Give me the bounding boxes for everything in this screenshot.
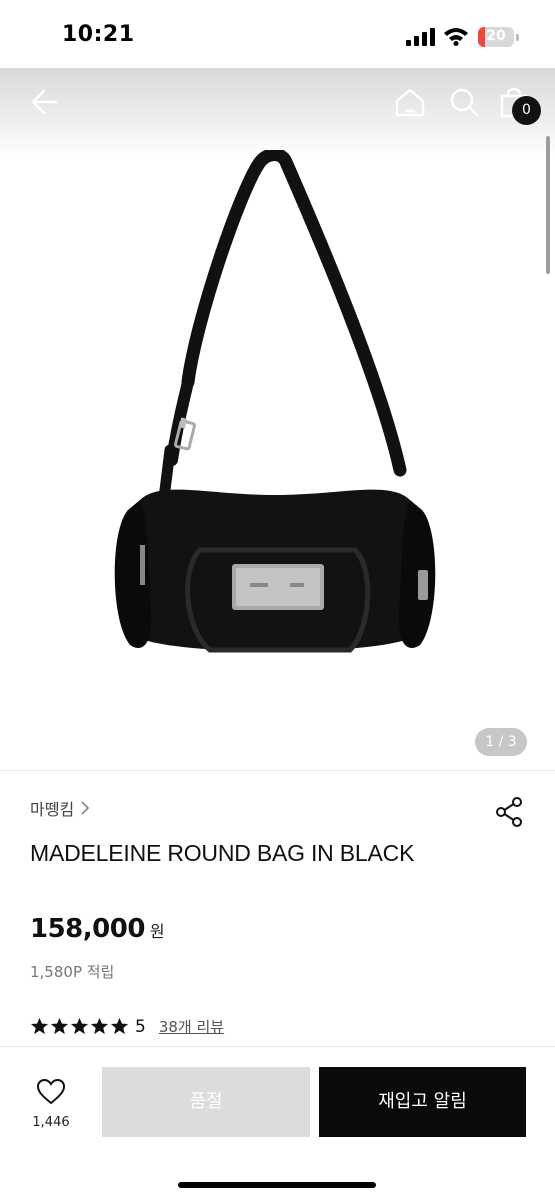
star-rating [30,1017,129,1036]
star-icon [70,1017,89,1035]
search-icon[interactable] [446,84,482,120]
reward-points: 1,580P 적립 [30,963,115,981]
price-row: 158,000 원 [30,914,165,944]
product-title: MADELEINE ROUND BAG IN BLACK [30,840,415,866]
rating-value: 5 [135,1016,146,1037]
heart-icon [37,1079,65,1105]
cart-count-badge[interactable]: 0 [512,96,541,125]
cellular-signal-icon [406,28,435,46]
chevron-right-icon [81,801,90,815]
wifi-icon [444,28,468,46]
battery-body: 20 [478,27,514,47]
bottom-action-bar: 1,446 품절 재입고 알림 [0,1046,555,1200]
home-icon[interactable] [392,84,428,120]
star-icon [30,1017,49,1035]
home-indicator [178,1182,376,1188]
share-icon[interactable] [494,796,524,828]
brand-name: 마뗑킴 [30,800,75,819]
brand-link[interactable]: 마뗑킴 [30,796,90,820]
product-price: 158,000 [30,914,145,944]
back-arrow-icon[interactable] [26,84,62,120]
battery-cap [516,34,519,41]
battery-indicator: 20 [478,27,520,47]
status-bar: 10:21 20 [0,0,555,68]
star-icon [110,1017,129,1035]
product-image-gallery[interactable] [0,68,555,770]
restock-alert-button[interactable]: 재입고 알림 [319,1067,526,1137]
section-divider [0,770,555,771]
rating-row: 5 38개 리뷰 [30,1016,224,1037]
scroll-indicator [546,136,550,274]
reviews-link[interactable]: 38개 리뷰 [159,1016,224,1037]
battery-level: 20 [486,28,506,44]
currency-label: 원 [149,922,165,941]
like-count: 1,446 [32,1115,70,1130]
star-icon [90,1017,109,1035]
soldout-button[interactable]: 품절 [102,1067,310,1137]
like-button[interactable]: 1,446 [22,1077,80,1139]
top-navigation [0,68,555,138]
star-icon [50,1017,69,1035]
status-time: 10:21 [62,22,135,47]
image-pager: 1 / 3 [475,728,527,756]
product-photo-bag [114,150,436,653]
